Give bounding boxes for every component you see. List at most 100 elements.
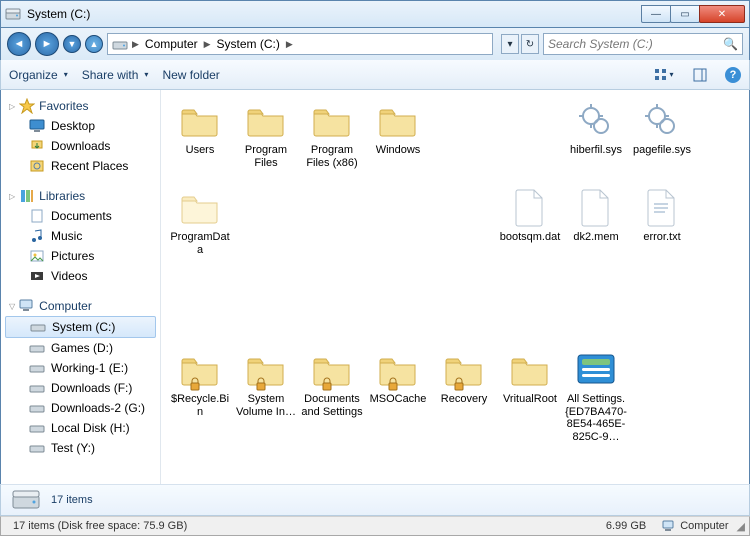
chevron-right-icon[interactable]: ▶ <box>202 39 213 50</box>
file-label: VritualRoot <box>503 393 557 406</box>
drive-icon <box>30 319 46 335</box>
cpl-icon <box>572 349 620 391</box>
history-dropdown-button[interactable]: ▾ <box>501 34 519 54</box>
breadcrumb-drive[interactable]: System (C:) <box>213 37 284 51</box>
address-bar[interactable]: ▶ Computer ▶ System (C:) ▶ <box>107 33 493 55</box>
pictures-icon <box>29 248 45 264</box>
sidebar-item-downloads2-g[interactable]: Downloads-2 (G:) <box>1 398 160 418</box>
desktop-icon <box>29 118 45 134</box>
navigation-pane[interactable]: ▷Favorites Desktop Downloads Recent Plac… <box>1 90 161 484</box>
file-label: Windows <box>376 144 421 157</box>
file-item[interactable]: Program Files (x86) <box>299 100 365 169</box>
search-input[interactable]: Search System (C:) 🔍 <box>543 33 743 55</box>
folder-icon <box>374 100 422 142</box>
sidebar-item-test-y[interactable]: Test (Y:) <box>1 438 160 458</box>
file-item[interactable]: Users <box>167 100 233 169</box>
titlebar: System (C:) — ▭ ✕ <box>0 0 750 28</box>
chevron-right-icon[interactable]: ▶ <box>130 39 141 50</box>
folder-icon <box>308 100 356 142</box>
sidebar-item-desktop[interactable]: Desktop <box>1 116 160 136</box>
file-label: Program Files (x86) <box>301 144 363 169</box>
file-item[interactable]: System Volume In… <box>233 349 299 444</box>
star-icon <box>19 98 35 114</box>
file-label: error.txt <box>643 231 680 244</box>
forward-button[interactable]: ► <box>35 32 59 56</box>
file-item[interactable]: hiberfil.sys <box>563 100 629 169</box>
sidebar-item-system-c[interactable]: System (C:) <box>5 316 156 338</box>
file-label: Program Files <box>235 144 297 169</box>
drive-icon <box>112 36 128 52</box>
back-button[interactable]: ◄ <box>7 32 31 56</box>
recent-places-icon <box>29 158 45 174</box>
file-item[interactable]: $Recycle.Bin <box>167 349 233 444</box>
sidebar-item-games-d[interactable]: Games (D:) <box>1 338 160 358</box>
navbar: ◄ ► ▼ ▲ ▶ Computer ▶ System (C:) ▶ ▾ ↻ S… <box>0 28 750 60</box>
libraries-header[interactable]: ▷Libraries <box>1 186 160 206</box>
preview-pane-button[interactable] <box>689 64 711 86</box>
window-buttons: — ▭ ✕ <box>642 5 745 23</box>
status-items: 17 items (Disk free space: 75.9 GB) <box>5 520 195 532</box>
resize-grip[interactable]: ◢ <box>737 520 745 533</box>
sidebar-item-recent-places[interactable]: Recent Places <box>1 156 160 176</box>
folder-lock-icon <box>176 349 224 391</box>
sys-icon <box>638 100 686 142</box>
favorites-header[interactable]: ▷Favorites <box>1 96 160 116</box>
file-item[interactable]: dk2.mem <box>563 187 629 256</box>
sidebar-item-pictures[interactable]: Pictures <box>1 246 160 266</box>
sidebar-item-videos[interactable]: Videos <box>1 266 160 286</box>
new-folder-button[interactable]: New folder <box>162 68 219 82</box>
computer-header[interactable]: ▽Computer <box>1 296 160 316</box>
breadcrumb-computer[interactable]: Computer <box>141 37 202 51</box>
history-dropdown[interactable]: ▼ <box>63 35 81 53</box>
folder-lock-icon <box>308 349 356 391</box>
file-item[interactable]: bootsqm.dat <box>497 187 563 256</box>
share-with-button[interactable]: Share with <box>82 68 149 82</box>
file-item[interactable]: Program Files <box>233 100 299 169</box>
help-button[interactable]: ? <box>725 67 741 83</box>
file-item[interactable]: All Settings.{ED7BA470-8E54-465E-825C-9… <box>563 349 629 444</box>
file-label: ProgramData <box>169 231 231 256</box>
sidebar-item-localh[interactable]: Local Disk (H:) <box>1 418 160 438</box>
up-button[interactable]: ▲ <box>85 35 103 53</box>
details-pane: 17 items <box>0 484 750 516</box>
files-pane[interactable]: UsersProgram FilesProgram Files (x86) Win… <box>161 90 749 484</box>
folder-icon <box>242 100 290 142</box>
refresh-button[interactable]: ↻ <box>521 34 539 54</box>
music-icon <box>29 228 45 244</box>
item-count: 17 items <box>51 494 93 506</box>
file-item[interactable]: VritualRoot <box>497 349 563 444</box>
drive-icon <box>5 6 21 22</box>
file-label: pagefile.sys <box>633 144 691 157</box>
file-item[interactable]: Recovery <box>431 349 497 444</box>
videos-icon <box>29 268 45 284</box>
file-item[interactable]: error.txt <box>629 187 695 256</box>
folder-lock-icon <box>374 349 422 391</box>
minimize-button[interactable]: — <box>641 5 671 23</box>
file-item[interactable]: Windows <box>365 100 431 169</box>
search-icon: 🔍 <box>723 37 738 51</box>
close-button[interactable]: ✕ <box>699 5 745 23</box>
file-item[interactable]: ProgramData <box>167 187 233 256</box>
file-label: dk2.mem <box>573 231 618 244</box>
sidebar-item-downloads[interactable]: Downloads <box>1 136 160 156</box>
sidebar-item-documents[interactable]: Documents <box>1 206 160 226</box>
file-label: All Settings.{ED7BA470-8E54-465E-825C-9… <box>565 393 627 444</box>
file-item[interactable]: MSOCache <box>365 349 431 444</box>
chevron-right-icon[interactable]: ▶ <box>284 39 295 50</box>
drive-icon <box>11 488 41 512</box>
libraries-icon <box>19 188 35 204</box>
file-item[interactable]: Documents and Settings <box>299 349 365 444</box>
sidebar-item-downloads-f[interactable]: Downloads (F:) <box>1 378 160 398</box>
maximize-button[interactable]: ▭ <box>670 5 700 23</box>
organize-button[interactable]: Organize <box>9 68 68 82</box>
file-icon <box>506 187 554 229</box>
toolbar: Organize Share with New folder ▾ ? <box>0 60 750 90</box>
sidebar-item-working-e[interactable]: Working-1 (E:) <box>1 358 160 378</box>
file-label: Documents and Settings <box>301 393 363 418</box>
documents-icon <box>29 208 45 224</box>
sidebar-item-music[interactable]: Music <box>1 226 160 246</box>
view-options-button[interactable]: ▾ <box>653 64 675 86</box>
file-item[interactable]: pagefile.sys <box>629 100 695 169</box>
folder-lock-icon <box>440 349 488 391</box>
computer-icon <box>19 298 35 314</box>
